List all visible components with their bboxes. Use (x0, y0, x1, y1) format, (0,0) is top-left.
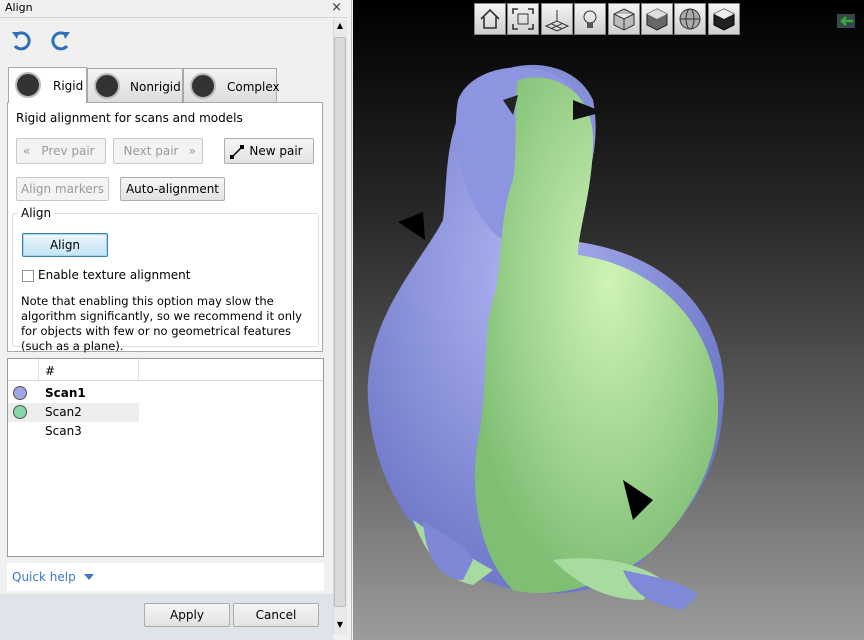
scan-model-render (367, 64, 725, 610)
texture-alignment-label: Enable texture alignment (38, 268, 191, 282)
tab-nonrigid[interactable]: Nonrigid (87, 68, 183, 103)
next-pair-button[interactable]: Next pair » (113, 138, 203, 164)
panel-titlebar: Align × (0, 0, 348, 18)
rigid-icon (15, 72, 41, 98)
3d-viewport[interactable] (353, 0, 864, 640)
scroll-down-icon[interactable]: ▼ (334, 620, 346, 634)
double-chevron-right-icon: » (188, 144, 196, 158)
column-header-number: # (45, 364, 56, 378)
cube-textured-icon[interactable] (708, 3, 740, 35)
line-icon (230, 145, 244, 159)
sphere-icon[interactable] (674, 3, 706, 35)
tab-nonrigid-label: Nonrigid (130, 80, 181, 94)
new-pair-button[interactable]: New pair (224, 138, 314, 164)
scan1-color-dot (13, 386, 27, 400)
home-view-icon[interactable] (474, 3, 506, 35)
prev-pair-button[interactable]: « Prev pair (16, 138, 106, 164)
align-markers-button[interactable]: Align markers (16, 177, 109, 201)
tab-rigid[interactable]: Rigid (8, 67, 87, 103)
fit-view-icon[interactable] (507, 3, 539, 35)
scan2-color-dot (13, 405, 27, 419)
scrollbar-thumb[interactable] (334, 37, 346, 607)
scroll-up-icon[interactable]: ▲ (334, 21, 346, 35)
apply-button[interactable]: Apply (144, 603, 230, 627)
scan-name: Scan2 (45, 405, 82, 419)
table-row[interactable]: Scan1 (8, 384, 139, 403)
scan-list-header (8, 359, 323, 381)
nonrigid-icon (94, 73, 120, 99)
align-group-title: Align (18, 206, 55, 220)
tab-complex[interactable]: Complex (183, 68, 280, 103)
column-divider (38, 359, 39, 381)
close-icon[interactable]: × (331, 0, 342, 15)
complex-icon (190, 73, 216, 99)
cube-wireframe-icon[interactable] (608, 3, 640, 35)
light-icon[interactable] (574, 3, 606, 35)
texture-note: Note that enabling this option may slow … (21, 294, 302, 353)
quick-help-link[interactable]: Quick help (12, 570, 94, 584)
texture-alignment-checkbox[interactable] (22, 270, 34, 282)
back-arrow-icon[interactable] (835, 12, 857, 30)
scan-name: Scan3 (45, 424, 82, 438)
table-row[interactable]: Scan2 (8, 403, 139, 422)
cancel-button[interactable]: Cancel (233, 603, 319, 627)
double-chevron-left-icon: « (23, 144, 31, 158)
column-divider (138, 359, 139, 381)
undo-icon[interactable] (9, 28, 35, 54)
tab-complex-label: Complex (227, 80, 280, 94)
table-row[interactable]: Scan3 (8, 422, 139, 441)
rigid-description: Rigid alignment for scans and models (16, 111, 243, 125)
redo-icon[interactable] (47, 28, 73, 54)
auto-alignment-button[interactable]: Auto-alignment (120, 177, 225, 201)
panel-title: Align (5, 1, 33, 14)
cube-solid-icon[interactable] (641, 3, 673, 35)
tab-rigid-label: Rigid (53, 79, 84, 93)
align-button[interactable]: Align (22, 233, 108, 257)
scan-name: Scan1 (45, 386, 86, 400)
grid-icon[interactable] (541, 3, 573, 35)
chevron-down-icon (83, 574, 94, 580)
